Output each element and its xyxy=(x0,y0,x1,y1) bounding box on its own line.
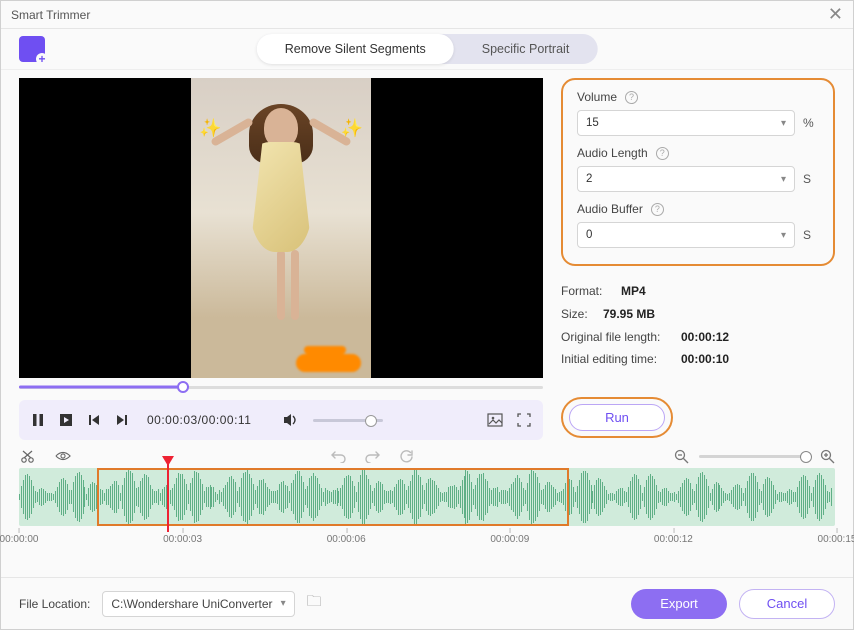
zoom-slider[interactable] xyxy=(699,455,809,458)
help-icon[interactable]: ? xyxy=(625,91,638,104)
chevron-down-icon: ▾ xyxy=(281,598,286,609)
playhead[interactable] xyxy=(167,462,169,532)
tab-specific-portrait[interactable]: Specific Portrait xyxy=(454,34,598,64)
cut-icon[interactable] xyxy=(19,448,35,464)
audio-buffer-select[interactable]: 0▾ xyxy=(577,222,795,248)
init-edit-label: Initial editing time: xyxy=(561,348,671,371)
time-ruler: 00:00:0000:00:0300:00:0600:00:0900:00:12… xyxy=(19,528,835,556)
format-label: Format: xyxy=(561,280,611,303)
timecode: 00:00:03/00:00:11 xyxy=(147,413,251,427)
window-title: Smart Trimmer xyxy=(11,8,90,22)
timeline: 00:00:00 00:00:03 00:00:06 00:00:09 00:00:12… xyxy=(1,468,853,556)
app-logo-icon[interactable] xyxy=(19,36,45,62)
annotation-scribble xyxy=(296,354,361,372)
refresh-icon[interactable] xyxy=(398,448,414,464)
stop-button[interactable] xyxy=(59,413,73,427)
pause-button[interactable] xyxy=(31,413,45,427)
file-location-select[interactable]: C:\Wondershare UniConverter▾ xyxy=(102,591,294,617)
audio-length-select[interactable]: 2▾ xyxy=(577,166,795,192)
player-controls: 00:00:03/00:00:11 xyxy=(19,400,543,440)
orig-length-value: 00:00:12 xyxy=(681,326,729,349)
ruler-tick: 00:00:12 xyxy=(654,534,693,545)
seek-bar[interactable] xyxy=(19,380,543,394)
redo-icon[interactable] xyxy=(364,448,380,464)
tab-remove-silent[interactable]: Remove Silent Segments xyxy=(257,34,454,64)
size-value: 79.95 MB xyxy=(603,303,655,326)
audio-length-label: Audio Length xyxy=(577,146,648,160)
help-icon[interactable]: ? xyxy=(656,147,669,160)
ruler-tick: 00:00:09 xyxy=(490,534,529,545)
header: Remove Silent Segments Specific Portrait xyxy=(1,29,853,69)
export-button[interactable]: Export xyxy=(631,589,727,619)
title-bar: Smart Trimmer ✕ xyxy=(1,1,853,29)
init-edit-value: 00:00:10 xyxy=(681,348,729,371)
volume-unit: % xyxy=(803,116,817,130)
ruler-tick: 00:00:00 xyxy=(0,534,38,545)
chevron-down-icon: ▾ xyxy=(781,174,786,185)
folder-icon[interactable]: 🗀 xyxy=(307,591,322,616)
help-icon[interactable]: ? xyxy=(651,203,664,216)
undo-icon[interactable] xyxy=(330,448,346,464)
ruler-tick: 00:00:03 xyxy=(163,534,202,545)
mode-tabs: Remove Silent Segments Specific Portrait xyxy=(257,34,598,64)
fullscreen-icon[interactable] xyxy=(517,413,531,427)
audio-length-unit: S xyxy=(803,172,817,186)
close-icon[interactable]: ✕ xyxy=(828,4,843,25)
volume-icon[interactable] xyxy=(283,413,299,427)
cancel-button[interactable]: Cancel xyxy=(739,589,835,619)
chevron-down-icon: ▾ xyxy=(781,118,786,129)
next-button[interactable] xyxy=(115,413,129,427)
video-preview[interactable]: ✨✨ xyxy=(19,78,543,378)
size-label: Size: xyxy=(561,303,593,326)
preview-icon[interactable] xyxy=(55,448,71,464)
prev-button[interactable] xyxy=(87,413,101,427)
audio-buffer-label: Audio Buffer xyxy=(577,202,643,216)
file-info: Format: MP4 Size: 79.95 MB Original file l… xyxy=(561,280,835,371)
run-highlight: Run xyxy=(561,397,673,438)
orig-length-label: Original file length: xyxy=(561,326,671,349)
file-location-label: File Location: xyxy=(19,597,90,611)
run-button[interactable]: Run xyxy=(569,404,665,431)
volume-select[interactable]: 15▾ xyxy=(577,110,795,136)
waveform[interactable] xyxy=(19,468,835,526)
ruler-tick: 00:00:06 xyxy=(327,534,366,545)
ruler-tick: 00:00:15 xyxy=(818,534,854,545)
timeline-toolbar xyxy=(1,440,853,468)
audio-buffer-unit: S xyxy=(803,228,817,242)
video-content: ✨✨ xyxy=(191,78,371,378)
snapshot-icon[interactable] xyxy=(487,413,503,427)
format-value: MP4 xyxy=(621,280,646,303)
zoom-in-icon[interactable] xyxy=(819,448,835,464)
volume-label: Volume xyxy=(577,90,617,104)
zoom-out-icon[interactable] xyxy=(673,448,689,464)
chevron-down-icon: ▾ xyxy=(781,230,786,241)
settings-panel: Volume? 15▾ % Audio Length? 2▾ S Audio B… xyxy=(561,78,835,266)
footer: File Location: C:\Wondershare UniConvert… xyxy=(1,577,853,629)
volume-slider[interactable] xyxy=(313,419,383,422)
